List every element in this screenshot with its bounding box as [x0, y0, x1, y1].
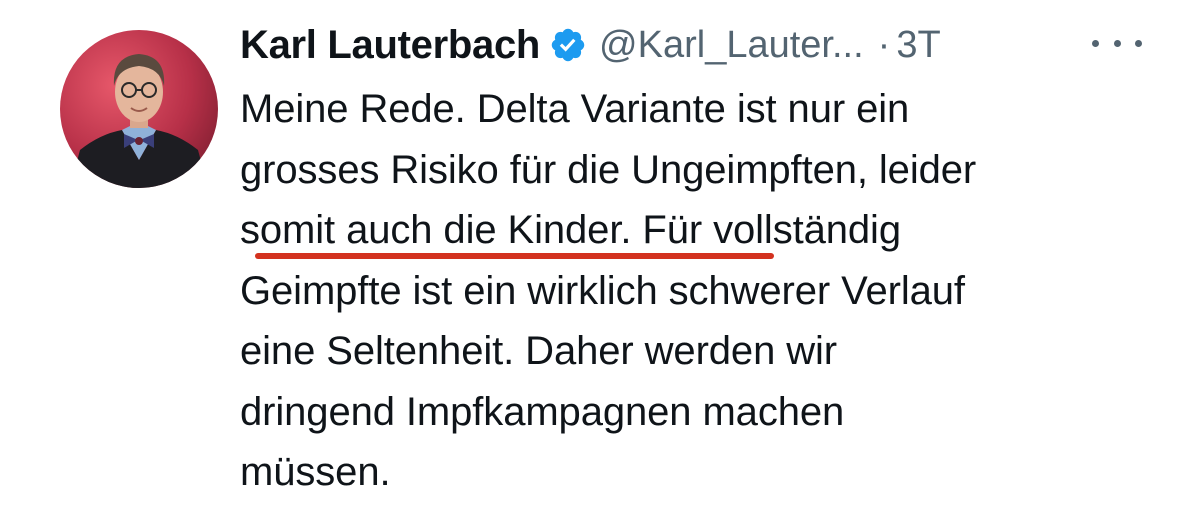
tweet-text-line: dringend Impfkampagnen machen — [240, 389, 845, 434]
tweet-text-line: müssen. — [240, 450, 391, 494]
tweet-text: Meine Rede. Delta Variante ist nur ein g… — [240, 79, 1180, 503]
more-dot-icon — [1092, 39, 1099, 47]
separator-dot: · — [877, 23, 891, 66]
avatar-photo — [60, 30, 218, 188]
more-dot-icon — [1135, 39, 1142, 47]
tweet-text-line: Geimpfte ist ein wirklich schwerer Verla… — [240, 268, 965, 313]
author-name[interactable]: Karl Lauterbach — [240, 23, 540, 68]
avatar[interactable] — [60, 30, 218, 188]
red-underline-annotation — [255, 253, 774, 259]
tweet-text-line: somit auch die Kinder. Für vollständig — [240, 208, 901, 252]
more-horizontal-icon[interactable] — [1092, 28, 1142, 58]
author-handle[interactable]: @Karl_Lauter... — [599, 24, 864, 67]
tweet-text-line: eine Seltenheit. Daher werden wir — [240, 329, 838, 373]
tweet-text-line: grosses Risiko für die Ungeimpften, leid… — [240, 147, 977, 192]
verified-badge-icon — [549, 26, 587, 64]
tweet-timestamp[interactable]: 3T — [896, 24, 940, 67]
tweet-text-line: Meine Rede. Delta Variante ist nur ein — [240, 87, 910, 131]
more-dot-icon — [1113, 39, 1121, 47]
tweet[interactable]: Karl Lauterbach @Karl_Lauter... · 3T Mei… — [0, 0, 1200, 510]
tweet-header: Karl Lauterbach @Karl_Lauter... · 3T — [240, 20, 1180, 70]
